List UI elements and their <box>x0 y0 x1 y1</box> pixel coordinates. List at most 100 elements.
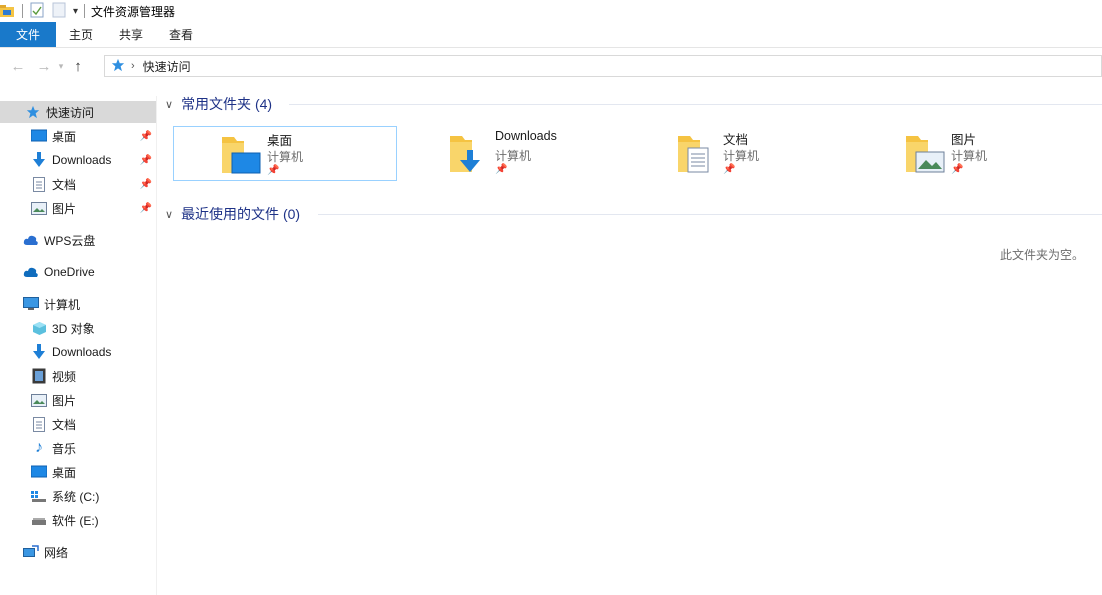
onedrive-cloud-icon <box>22 264 40 280</box>
documents-folder-icon <box>678 136 709 173</box>
pin-icon[interactable]: 📌 <box>140 203 152 214</box>
computer-icon <box>22 296 40 312</box>
separator <box>22 4 23 18</box>
sidebar-item-label: 音乐 <box>52 441 77 456</box>
new-folder-icon[interactable] <box>51 2 67 21</box>
sidebar-item-label: 图片 <box>52 201 77 216</box>
sidebar-item-label: 3D 对象 <box>52 321 95 336</box>
cloud-icon <box>22 232 40 248</box>
sidebar-item-label: WPS云盘 <box>44 233 96 248</box>
sidebar-item-documents[interactable]: 文档 📌 <box>30 173 156 195</box>
sidebar-item-drive-e[interactable]: 软件 (E:) <box>30 509 156 531</box>
address-bar[interactable]: › 快速访问 <box>104 55 1102 77</box>
sidebar-item-label: 图片 <box>52 393 77 408</box>
pin-icon: 📌 <box>267 165 280 176</box>
sidebar-item-label: 网络 <box>44 545 69 560</box>
sidebar-item-drive-c[interactable]: 系统 (C:) <box>30 485 156 507</box>
frequent-folders-header[interactable]: ∨ 常用文件夹 (4) <box>165 94 272 114</box>
download-icon <box>30 344 48 360</box>
sidebar-item-wps-cloud[interactable]: WPS云盘 <box>22 229 156 251</box>
tab-share[interactable]: 共享 <box>106 22 156 47</box>
sidebar-item-music[interactable]: ♪ 音乐 <box>30 437 156 459</box>
folder-name: 桌面 <box>267 134 293 148</box>
window-title: 文件资源管理器 <box>91 4 176 19</box>
music-icon: ♪ <box>35 439 43 456</box>
folder-name: 文档 <box>723 133 749 147</box>
divider <box>318 214 1102 215</box>
sidebar-item-downloads-computer[interactable]: Downloads <box>30 341 156 363</box>
recent-locations-dropdown-icon[interactable]: ▾ <box>55 55 67 77</box>
desktop-icon <box>30 128 48 144</box>
pin-icon[interactable]: 📌 <box>140 155 152 166</box>
sidebar-item-network[interactable]: 网络 <box>22 541 156 563</box>
folder-location: 计算机 <box>267 150 304 164</box>
title-bar: ▾ 文件资源管理器 <box>0 0 1102 22</box>
folder-name: Downloads <box>495 129 557 143</box>
desktop-icon <box>30 464 48 480</box>
system-drive-icon <box>30 488 48 504</box>
divider <box>289 104 1102 105</box>
pin-icon: 📌 <box>495 164 508 175</box>
pin-icon[interactable]: 📌 <box>140 179 152 190</box>
breadcrumb-chevron-icon[interactable]: › <box>131 60 135 72</box>
folder-tile-documents[interactable]: 文档 计算机 📌 <box>630 126 854 181</box>
sidebar-item-label: OneDrive <box>44 265 95 279</box>
sidebar-item-desktop-computer[interactable]: 桌面 <box>30 461 156 483</box>
content-area: ∨ 常用文件夹 (4) 桌面 计算机 📌 Downloads 计算机 📌 文档 … <box>157 80 1102 595</box>
sidebar-item-documents-computer[interactable]: 文档 <box>30 413 156 435</box>
video-icon <box>30 368 48 384</box>
picture-icon <box>30 392 48 408</box>
network-icon <box>22 544 40 560</box>
separator <box>84 4 86 18</box>
sidebar-item-desktop[interactable]: 桌面 📌 <box>30 125 156 147</box>
navigation-pane: 快速访问 桌面 📌 Downloads 📌 文档 📌 图片 📌 WPS云盘 On… <box>0 96 157 595</box>
forward-arrow-icon[interactable]: → <box>33 55 55 77</box>
frequent-folders-title: 常用文件夹 (4) <box>181 96 273 112</box>
sidebar-item-label: 视频 <box>52 369 77 384</box>
sidebar-item-pictures[interactable]: 图片 📌 <box>30 197 156 219</box>
document-icon <box>30 176 48 192</box>
folder-name: 图片 <box>951 133 977 147</box>
pin-icon[interactable]: 📌 <box>140 131 152 142</box>
customize-toolbar-dropdown-icon[interactable]: ▾ <box>73 6 78 17</box>
folder-location: 计算机 <box>495 149 532 163</box>
sidebar-item-onedrive[interactable]: OneDrive <box>22 261 156 283</box>
sidebar-item-label: 文档 <box>52 177 77 192</box>
sidebar-item-label: 快速访问 <box>46 105 95 120</box>
folder-tile-pictures[interactable]: 图片 计算机 📌 <box>858 126 1082 181</box>
pin-icon: 📌 <box>951 164 964 175</box>
pin-icon: 📌 <box>723 164 736 175</box>
explorer-app-icon[interactable] <box>0 2 16 21</box>
download-icon <box>30 152 48 168</box>
breadcrumb-quick-access[interactable]: 快速访问 <box>143 58 191 75</box>
tab-view[interactable]: 查看 <box>156 22 206 47</box>
up-arrow-icon[interactable]: ↑ <box>67 55 89 77</box>
sidebar-item-quick-access[interactable]: 快速访问 <box>0 101 156 123</box>
chevron-down-icon[interactable]: ∨ <box>165 98 173 111</box>
back-arrow-icon[interactable]: ← <box>7 55 29 77</box>
tab-home[interactable]: 主页 <box>56 22 106 47</box>
sidebar-item-label: Downloads <box>52 345 112 359</box>
chevron-down-icon[interactable]: ∨ <box>165 208 173 221</box>
sidebar-item-downloads[interactable]: Downloads 📌 <box>30 149 156 171</box>
tab-file[interactable]: 文件 <box>0 22 56 47</box>
quick-access-star-icon <box>24 104 42 120</box>
3d-objects-icon <box>30 320 48 336</box>
desktop-folder-icon <box>222 137 261 174</box>
folder-tile-downloads[interactable]: Downloads 计算机 📌 <box>402 126 626 181</box>
properties-icon[interactable] <box>29 2 45 21</box>
sidebar-item-label: 文档 <box>52 417 77 432</box>
sidebar-item-label: 桌面 <box>52 129 77 144</box>
recent-files-header[interactable]: ∨ 最近使用的文件 (0) <box>165 204 300 224</box>
sidebar-item-pictures-computer[interactable]: 图片 <box>30 389 156 411</box>
empty-folder-message: 此文件夹为空。 <box>999 248 1084 262</box>
folder-location: 计算机 <box>723 149 760 163</box>
sidebar-item-3d-objects[interactable]: 3D 对象 <box>30 317 156 339</box>
quick-access-star-icon <box>111 58 125 75</box>
sidebar-item-computer[interactable]: 计算机 <box>22 293 156 315</box>
navigation-bar: ← → ▾ ↑ › 快速访问 <box>0 52 1102 80</box>
sidebar-item-label: Downloads <box>52 153 112 167</box>
sidebar-item-videos[interactable]: 视频 <box>30 365 156 387</box>
sidebar-item-label: 软件 (E:) <box>52 513 99 528</box>
folder-tile-desktop[interactable]: 桌面 计算机 📌 <box>173 126 397 181</box>
